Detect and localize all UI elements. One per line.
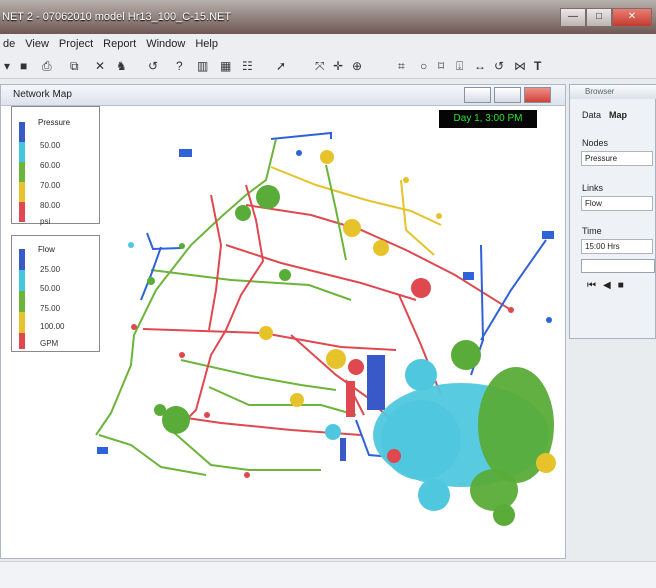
copy-icon[interactable]: ⧉ — [70, 60, 79, 72]
reservoir-marker[interactable] — [97, 447, 108, 454]
browser-title: Browser — [570, 85, 656, 99]
options-icon[interactable]: ☷ — [242, 60, 253, 72]
pressure-color-bar — [19, 202, 25, 222]
flow-legend[interactable]: Flow 25.00 50.00 75.00 100.00 GPM — [11, 235, 100, 352]
time-select[interactable]: 15:00 Hrs — [581, 239, 653, 254]
links-label: Links — [582, 183, 604, 193]
flow-legend-title: Flow — [38, 245, 55, 254]
status-bar — [0, 561, 656, 588]
pressure-level-label: 70.00 — [40, 181, 61, 190]
browser-panel[interactable]: Browser Data Map Nodes Pressure Links Fl… — [569, 84, 656, 339]
flow-color-bar — [19, 291, 25, 312]
reservoir-marker[interactable] — [179, 149, 192, 157]
pressure-color-bar — [19, 162, 25, 182]
tab-map[interactable]: Map — [609, 110, 627, 120]
pressure-legend-title: Pressure — [38, 118, 71, 127]
label-tool-icon[interactable]: ⋈ — [514, 60, 526, 72]
pressure-level-label: 50.00 — [40, 141, 61, 150]
toolbar: ▾ ■ ⎙ ⧉ ✕ ♞ ↺ ? ▥ ▦ ☷ ➚ ⤧ ✛ ⊕ ⌗ ○ ⌑ ⍗ ↔ … — [0, 54, 656, 79]
flow-level-label: 25.00 — [40, 265, 61, 274]
tank-icon[interactable]: ⌑ — [438, 60, 444, 72]
time-slider[interactable] — [581, 259, 655, 273]
refresh-icon[interactable]: ↺ — [148, 60, 158, 72]
links-select[interactable]: Flow — [581, 196, 653, 211]
pan-icon[interactable]: ✛ — [333, 60, 343, 72]
flow-level-label: 50.00 — [40, 284, 61, 293]
pipe-icon[interactable]: ⍗ — [456, 60, 463, 72]
close-button[interactable]: ✕ — [612, 8, 652, 27]
reservoir-marker[interactable] — [463, 272, 474, 280]
menu-bar: de View Project Report Window Help — [0, 34, 656, 54]
flow-color-bar — [19, 312, 25, 333]
menu-view[interactable]: View — [25, 34, 49, 54]
rewind-button[interactable]: ⏮ — [587, 280, 596, 291]
print-icon[interactable]: ⎙ — [42, 60, 52, 72]
tank-marker[interactable] — [346, 381, 355, 417]
flow-color-bar — [19, 333, 25, 349]
time-label: Time — [582, 226, 602, 236]
find-icon[interactable]: ♞ — [116, 60, 127, 72]
junction-icon[interactable]: ⌗ — [398, 60, 405, 72]
pump-icon[interactable]: ↔ — [474, 60, 486, 72]
pressure-legend[interactable]: Pressure 50.00 60.00 70.00 80.00 psi — [11, 106, 100, 226]
pressure-color-bar — [19, 142, 25, 162]
stop-button[interactable]: ■ — [618, 280, 624, 291]
valve-icon[interactable]: ↺ — [494, 60, 504, 72]
flow-color-bar — [19, 270, 25, 291]
save-icon[interactable]: ■ — [20, 60, 27, 72]
flow-unit-label: GPM — [40, 339, 59, 348]
pressure-level-label: 80.00 — [40, 201, 61, 210]
tab-data[interactable]: Data — [582, 110, 601, 120]
tank-marker[interactable] — [367, 355, 385, 410]
network-map-window[interactable]: Network Map Day 1, 3:00 PM Pressure 50.0… — [0, 84, 566, 559]
pressure-color-bar — [19, 122, 25, 142]
pressure-level-label: 60.00 — [40, 161, 61, 170]
delete-icon[interactable]: ✕ — [95, 60, 105, 72]
reservoir-icon[interactable]: ○ — [420, 60, 427, 72]
back-button[interactable]: ◀ — [603, 280, 611, 291]
pressure-unit-label: psi — [40, 217, 51, 226]
pressure-color-bar — [19, 182, 25, 202]
query-icon[interactable]: ? — [176, 60, 183, 72]
reservoir-marker[interactable] — [542, 231, 554, 239]
menu-report[interactable]: Report — [103, 34, 136, 54]
nodes-label: Nodes — [582, 138, 609, 148]
pointer-icon[interactable]: ➚ — [276, 60, 286, 72]
menu-project[interactable]: Project — [59, 34, 93, 54]
window-title-bar: NET 2 - 07062010 model Hr13_100_C-15.NET… — [0, 0, 656, 35]
flow-level-label: 100.00 — [40, 322, 65, 331]
zoom-in-icon[interactable]: ⊕ — [352, 60, 362, 72]
flow-level-label: 75.00 — [40, 304, 61, 313]
window-controls: — □ ✕ — [560, 8, 652, 27]
window-title: NET 2 - 07062010 model Hr13_100_C-15.NET — [2, 11, 232, 23]
menu-window[interactable]: Window — [146, 34, 185, 54]
menu-help[interactable]: Help — [195, 34, 218, 54]
flow-color-bar — [19, 249, 25, 270]
tank-marker[interactable] — [340, 438, 346, 461]
playback-controls: ⏮ ◀ ■ — [587, 280, 624, 291]
node-cluster-east[interactable] — [373, 340, 556, 526]
chart-icon[interactable]: ▥ — [197, 60, 208, 72]
simulation-time-label: Day 1, 3:00 PM — [439, 110, 537, 128]
zoom-select-icon[interactable]: ⤧ — [315, 60, 325, 72]
nodes-select[interactable]: Pressure — [581, 151, 653, 166]
minimize-button[interactable]: — — [560, 8, 586, 27]
text-tool-icon[interactable]: T — [534, 60, 541, 72]
table-icon[interactable]: ▦ — [220, 60, 231, 72]
new-icon[interactable]: ▾ — [4, 60, 10, 72]
menu-file[interactable]: de — [3, 34, 15, 54]
maximize-button[interactable]: □ — [586, 8, 612, 27]
